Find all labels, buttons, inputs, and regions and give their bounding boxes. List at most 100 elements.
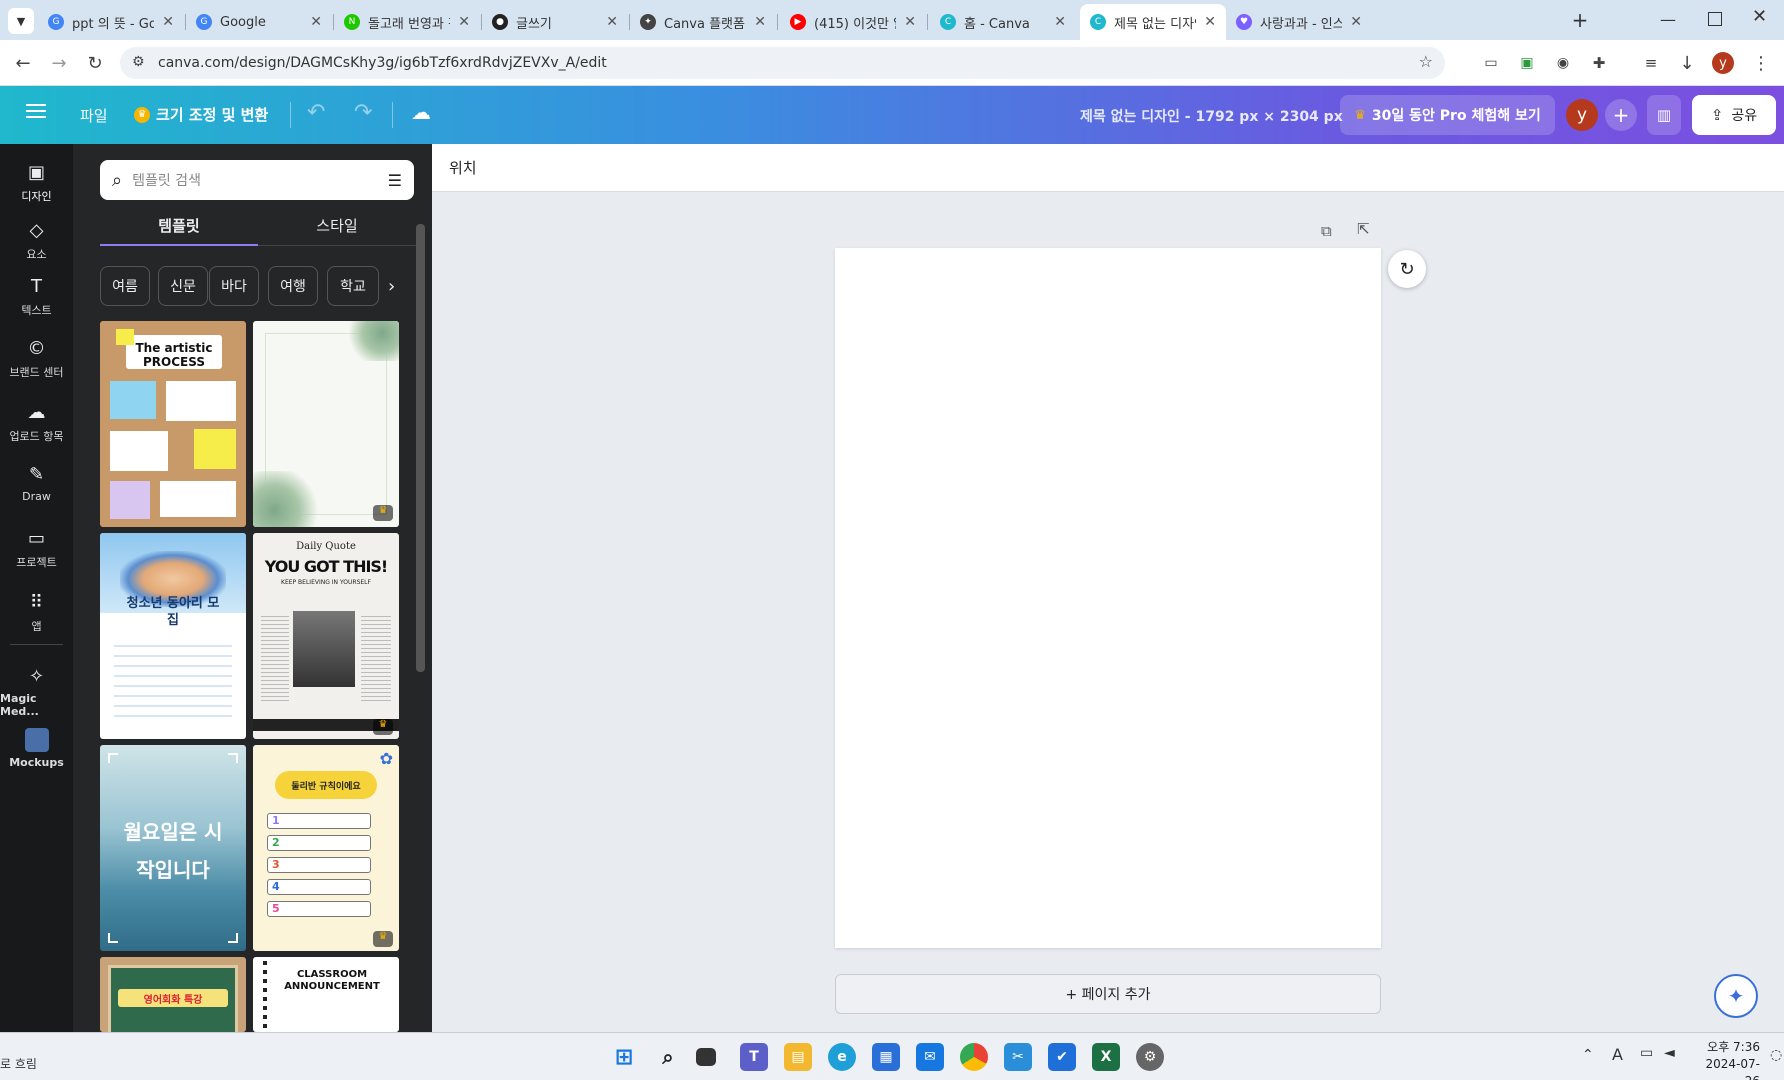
browser-tab[interactable]: ✦ Canva 플랫폼 설명 ✕ [630,4,776,40]
template-search-input[interactable]: ⌕ 템플릿 검색 ☰ [100,160,414,200]
filter-chip[interactable]: 여름 [100,266,150,306]
tab-close-icon[interactable]: ✕ [310,14,322,30]
resize-button[interactable]: ♛ 크기 조정 및 변환 [134,104,268,125]
refresh-suggestion-button[interactable]: ↻ [1388,250,1426,288]
template-thumb-leaves[interactable]: ♛ [253,321,399,527]
back-icon[interactable]: ← [10,50,36,76]
settings-app-icon[interactable]: ⚙ [1136,1043,1164,1071]
analytics-button[interactable]: ▥ [1647,95,1681,135]
extension-green-icon[interactable]: ▣ [1514,50,1540,76]
download-icon[interactable]: ↓ [1674,50,1700,76]
close-window-icon[interactable]: ✕ [1752,6,1767,27]
rail-item[interactable]: ⠿ 앱 [0,590,73,634]
excel-icon[interactable]: X [1092,1043,1120,1071]
template-thumb-english[interactable]: 영어회화 특강 [100,957,246,1032]
template-thumb-monday[interactable]: 월요일은 시작입니다 [100,745,246,951]
chrome-icon[interactable] [960,1043,988,1071]
tab-search-button[interactable]: ▼ [8,8,34,34]
rail-item[interactable]: ■ Mockups [0,728,73,769]
rail-item[interactable]: © 브랜드 센터 [0,336,73,380]
forward-icon[interactable]: → [46,50,72,76]
undo-icon[interactable]: ↶ [307,100,325,125]
template-thumb-rules[interactable]: 둘리반 규칙이에요 1 2 3 4 5 ✿ ♛ [253,745,399,951]
taskview-icon[interactable] [696,1048,716,1066]
bookmark-star-icon[interactable]: ☆ [1419,52,1433,71]
tab-close-icon[interactable]: ✕ [904,14,916,30]
chips-next-icon[interactable]: › [388,276,395,297]
pro-trial-button[interactable]: ♛ 30일 동안 Pro 체험해 보기 [1340,95,1555,135]
design-page-canvas[interactable] [835,248,1381,948]
browser-tab[interactable]: C 제목 없는 디자인 ✕ [1080,4,1226,40]
media-icon[interactable]: ≡ [1638,50,1664,76]
filter-chip[interactable]: 학교 [327,266,379,306]
camera-icon[interactable]: ◉ [1550,50,1576,76]
browser-tab[interactable]: ● 글쓰기 ✕ [482,4,628,40]
browser-tab[interactable]: ♥ 사랑과과 - 인스타 ✕ [1226,4,1372,40]
design-info[interactable]: 제목 없는 디자인 - 1792 px × 2304 px [1080,106,1343,126]
browser-menu-icon[interactable]: ⋮ [1748,50,1774,76]
panel-scrollbar[interactable] [416,224,425,672]
hamburger-menu-icon[interactable] [26,104,46,118]
store-icon[interactable]: ▦ [872,1043,900,1071]
template-thumb-classroom[interactable]: CLASSROOM ANNOUNCEMENT [253,957,399,1032]
browser-tab[interactable]: G Google ✕ [186,4,332,40]
file-menu[interactable]: 파일 [80,105,108,126]
tab-close-icon[interactable]: ✕ [606,14,618,30]
filter-chip[interactable]: 바다 [209,266,259,306]
mail-icon[interactable]: ✉ [916,1043,944,1071]
filter-chip[interactable]: 신문 [158,266,208,306]
cast-icon[interactable]: ▭ [1478,50,1504,76]
volume-icon[interactable]: ◄ [1664,1045,1675,1061]
tab-close-icon[interactable]: ✕ [458,14,470,30]
tab-close-icon[interactable]: ✕ [1054,14,1066,30]
site-info-icon[interactable]: ⚙ [132,54,145,70]
browser-tab[interactable]: C 홈 - Canva ✕ [930,4,1076,40]
snipping-tool-icon[interactable]: ✂ [1004,1043,1032,1071]
add-page-button[interactable]: + 페이지 추가 [835,974,1381,1014]
minimize-icon[interactable]: — [1660,10,1676,29]
redo-icon[interactable]: ↷ [354,100,372,125]
maximize-icon[interactable] [1708,12,1722,26]
rail-item[interactable]: ▣ 디자인 [0,160,73,204]
rail-item[interactable]: ◇ 요소 [0,218,73,262]
tab-templates[interactable]: 템플릿 [100,206,258,246]
search-taskbar-icon[interactable]: ⌕ [654,1043,682,1071]
tab-close-icon[interactable]: ✕ [754,14,766,30]
windows-start-icon[interactable]: ⊞ [610,1043,638,1071]
magic-assistant-button[interactable]: ✦ [1714,974,1758,1018]
filter-icon[interactable]: ☰ [388,171,402,190]
profile-avatar[interactable]: y [1712,52,1734,74]
tab-close-icon[interactable]: ✕ [162,14,174,30]
rail-item[interactable]: ▭ 프로젝트 [0,526,73,570]
rail-item[interactable]: ✎ Draw [0,462,73,504]
reload-icon[interactable]: ↻ [82,50,108,76]
todo-icon[interactable]: ✔ [1048,1043,1076,1071]
duplicate-page-icon[interactable]: ⧉ [1321,222,1332,240]
filter-chip[interactable]: 여행 [268,266,318,306]
template-thumb-quote[interactable]: Daily Quote YOU GOT THIS! KEEP BELIEVING… [253,533,399,739]
template-thumb-club[interactable]: 청소년 동아리 모집 [100,533,246,739]
rail-item[interactable]: ☁ 업로드 항목 [0,400,73,444]
user-avatar[interactable]: y [1566,99,1598,131]
rail-item[interactable]: ✧ Magic Med... [0,664,73,719]
browser-tab[interactable]: N 돌고래 번영과 평화 ✕ [334,4,480,40]
browser-tab[interactable]: Gppt 의 뜻 - Google ✕ [38,4,184,40]
add-page-corner-icon[interactable]: ⇱ [1357,220,1370,238]
tab-close-icon[interactable]: ✕ [1350,14,1362,30]
clock[interactable]: 오후 7:36 2024-07-26 [1696,1039,1760,1080]
rail-item[interactable]: T 텍스트 [0,274,73,318]
edge-icon[interactable]: e [828,1043,856,1071]
url-field[interactable]: ⚙ canva.com/design/DAGMCsKhy3g/ig6bTzf6x… [120,47,1445,79]
tab-styles[interactable]: 스타일 [258,206,416,246]
template-thumb-process[interactable]: The artistic PROCESS [100,321,246,527]
share-button[interactable]: ⇪ 공유 [1692,95,1776,135]
tray-overflow-icon[interactable]: ⌃ [1582,1047,1594,1063]
teams-icon[interactable]: T [740,1043,768,1071]
network-icon[interactable]: ▭ [1640,1045,1653,1061]
position-button[interactable]: 위치 [449,157,477,178]
new-tab-button[interactable]: + [1568,8,1592,32]
cloud-save-icon[interactable]: ☁ [411,100,431,124]
weather-text[interactable]: 로 흐림 [0,1055,37,1072]
notification-icon[interactable]: ◌ [1770,1047,1782,1063]
tab-close-icon[interactable]: ✕ [1204,14,1216,30]
